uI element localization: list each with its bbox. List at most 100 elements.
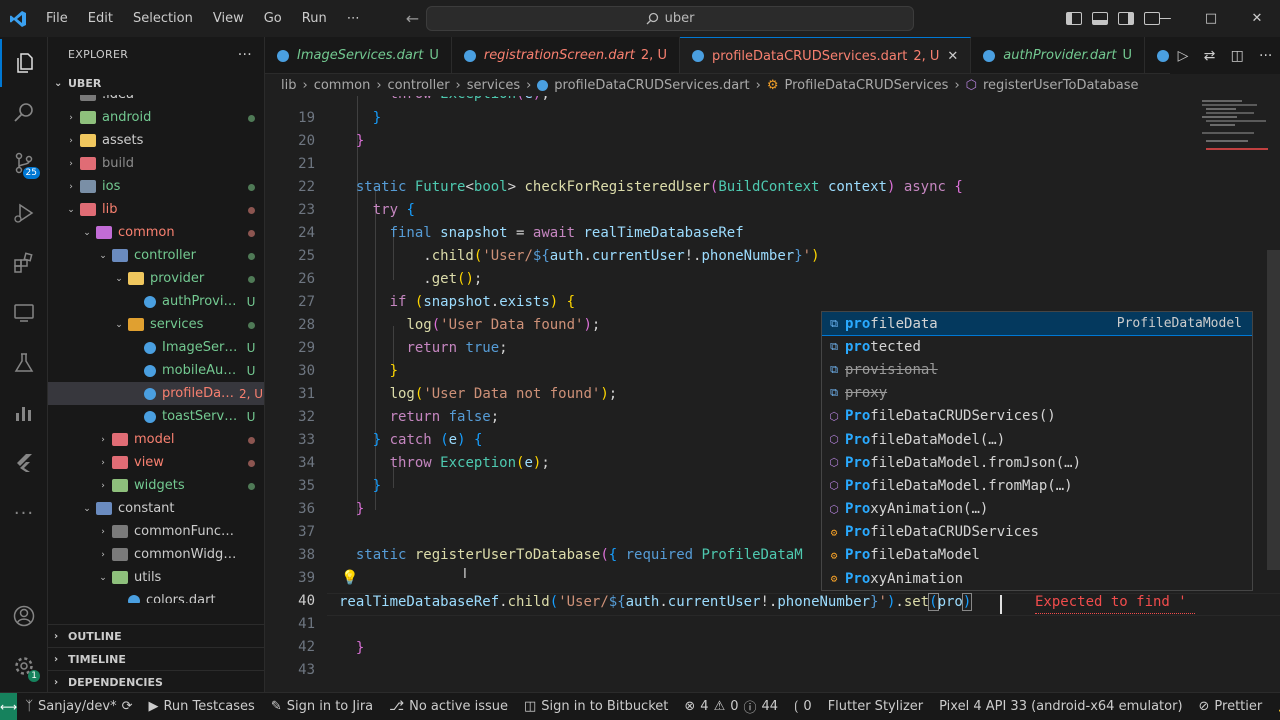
breadcrumb-controller[interactable]: controller (388, 78, 450, 93)
tree-folder[interactable]: ⌄ controller (48, 244, 264, 267)
device-selector[interactable]: Pixel 4 API 33 (android-x64 emulator) (931, 699, 1190, 714)
suggestion-item[interactable]: ⬡ ProfileDataModel.fromJson(…) (822, 451, 1252, 474)
menu-run[interactable]: Run (292, 0, 337, 37)
tab-auth-provider[interactable]: authProvider.dart U (971, 37, 1145, 73)
problems-counter[interactable]: ⊗ 4 ⚠ 0 ⓘ 44 (676, 697, 786, 716)
suggestion-item[interactable]: ⬡ ProfileDataCRUDServices() (822, 405, 1252, 428)
tree-file[interactable]: toastService.dart U (48, 405, 264, 428)
tree-folder[interactable]: ⌄ provider (48, 267, 264, 290)
more-views-icon[interactable]: ··· (0, 489, 48, 537)
tree-folder[interactable]: › android (48, 106, 264, 129)
tree-folder[interactable]: › view (48, 451, 264, 474)
minimize-button[interactable]: — (1142, 11, 1188, 26)
remote-indicator-icon[interactable]: ⟷ (0, 692, 18, 720)
run-debug-icon[interactable] (0, 189, 48, 237)
vertical-scrollbar[interactable] (1267, 250, 1280, 570)
explorer-icon[interactable] (0, 39, 48, 87)
tree-folder[interactable]: ⌄ common (48, 221, 264, 244)
suggestion-item[interactable]: ⧉ profileData ProfileDataModel (822, 312, 1252, 337)
git-status (238, 111, 264, 125)
maximize-button[interactable]: □ (1188, 11, 1234, 26)
breadcrumb-lib[interactable]: lib (281, 78, 296, 93)
suggestion-item[interactable]: ⧉ protected (822, 335, 1252, 358)
tree-file[interactable]: mobileAuthSer... U (48, 359, 264, 382)
run-play-icon[interactable]: ▷ (1178, 48, 1189, 64)
lightbulb-icon[interactable]: 💡 (341, 570, 358, 586)
toggle-sidebar-icon[interactable] (1066, 12, 1082, 25)
tree-folder[interactable]: › model (48, 428, 264, 451)
suggestion-item[interactable]: ⬡ ProfileDataModel(…) (822, 428, 1252, 451)
tree-folder[interactable]: › commonWidgets (48, 543, 264, 566)
bitbucket-signin[interactable]: ◫ Sign in to Bitbucket (516, 699, 676, 714)
git-branch[interactable]: ᛉ Sanjay/dev* ⟳ (17, 699, 140, 714)
flutter-icon[interactable] (0, 439, 48, 487)
menu-go[interactable]: Go (254, 0, 292, 37)
jira-signin[interactable]: ✎ Sign in to Jira (263, 699, 381, 714)
tree-folder[interactable]: ⌄ utils (48, 566, 264, 589)
open-changes-icon[interactable]: ⇄ (1204, 48, 1216, 64)
workspace-root[interactable]: ⌄ UBER (48, 72, 264, 95)
suggestion-item[interactable]: ⬡ ProfileDataModel.fromMap(…) (822, 474, 1252, 497)
account-icon[interactable] (0, 592, 48, 640)
run-testcases[interactable]: ▶ Run Testcases (140, 699, 262, 714)
extensions-icon[interactable] (0, 239, 48, 287)
breadcrumb-file[interactable]: profileDataCRUDServices.dart (554, 78, 749, 93)
more-actions-icon[interactable]: ··· (1259, 48, 1272, 64)
outline-section[interactable]: › OUTLINE (48, 624, 264, 647)
tab-registration-screen[interactable]: registrationScreen.dart 2, U (452, 37, 680, 73)
status-dot (247, 482, 255, 490)
source-control-icon[interactable]: 25 (0, 139, 48, 187)
tab-profile-data-crud-services[interactable]: profileDataCRUDServices.dart 2, U ✕ (679, 37, 972, 73)
back-arrow-icon[interactable]: ← (406, 9, 419, 28)
tree-folder[interactable]: ⌄ lib (48, 198, 264, 221)
suggestion-item[interactable]: ⚙ ProxyAnimation (822, 567, 1252, 590)
search-sidebar-icon[interactable] (0, 89, 48, 137)
tree-folder[interactable]: .idea (48, 95, 264, 106)
breadcrumb-common[interactable]: common (314, 78, 371, 93)
explorer-more-actions[interactable]: ··· (238, 47, 252, 63)
breadcrumb-services[interactable]: services (467, 78, 520, 93)
prettier[interactable]: ⊘ Prettier (1191, 699, 1271, 714)
tree-folder[interactable]: › commonFunctions (48, 520, 264, 543)
tree-folder[interactable]: › assets (48, 129, 264, 152)
suggestion-item[interactable]: ⧉ provisional (822, 358, 1252, 381)
toggle-panel-icon[interactable] (1092, 12, 1108, 25)
tree-file[interactable]: ImageServices.... U (48, 336, 264, 359)
tree-folder[interactable]: › widgets (48, 474, 264, 497)
suggestion-item[interactable]: ⧉ proxy (822, 382, 1252, 405)
split-editor-icon[interactable]: ◫ (1231, 48, 1244, 64)
minimap[interactable] (1196, 96, 1270, 176)
tree-folder[interactable]: ⌄ services (48, 313, 264, 336)
ports[interactable]: ⟮ 0 (786, 699, 820, 714)
menu-selection[interactable]: Selection (123, 0, 203, 37)
remote-explorer-icon[interactable] (0, 289, 48, 337)
tree-folder[interactable]: ⌄ constant (48, 497, 264, 520)
breadcrumb-class[interactable]: ProfileDataCRUDServices (785, 78, 949, 93)
testing-flask-icon[interactable] (0, 339, 48, 387)
timeline-section[interactable]: › TIMELINE (48, 647, 264, 670)
toggle-secondary-sidebar-icon[interactable] (1118, 12, 1134, 25)
breadcrumb-method[interactable]: registerUserToDatabase (983, 78, 1138, 93)
menu-more[interactable]: ⋯ (337, 0, 370, 37)
tree-file[interactable]: colors.dart (48, 589, 264, 603)
flutter-stylizer[interactable]: Flutter Stylizer (820, 699, 931, 714)
analytics-icon[interactable] (0, 389, 48, 437)
menu-file[interactable]: File (36, 0, 78, 37)
manage-gear-icon[interactable]: 1 (0, 642, 48, 690)
tree-file[interactable]: authProvider.d... U (48, 290, 264, 313)
suggestion-item[interactable]: ⬡ ProxyAnimation(…) (822, 498, 1252, 521)
tree-file[interactable]: profileDataC...2, U (48, 382, 264, 405)
close-window-button[interactable]: ✕ (1234, 11, 1280, 26)
tab-image-services[interactable]: ImageServices.dart U (265, 37, 452, 73)
menu-edit[interactable]: Edit (78, 0, 123, 37)
dependencies-section[interactable]: › DEPENDENCIES (48, 670, 264, 693)
menu-view[interactable]: View (203, 0, 254, 37)
notifications-bell-icon[interactable]: 🔔 (1270, 699, 1280, 714)
suggestion-item[interactable]: ⚙ ProfileDataModel (822, 544, 1252, 567)
command-center-search[interactable]: uber (426, 6, 914, 31)
tree-folder[interactable]: › ios (48, 175, 264, 198)
close-tab-icon[interactable]: ✕ (947, 49, 958, 64)
tree-folder[interactable]: › build (48, 152, 264, 175)
active-issue[interactable]: ⎇ No active issue (381, 699, 516, 714)
suggestion-item[interactable]: ⚙ ProfileDataCRUDServices (822, 521, 1252, 544)
